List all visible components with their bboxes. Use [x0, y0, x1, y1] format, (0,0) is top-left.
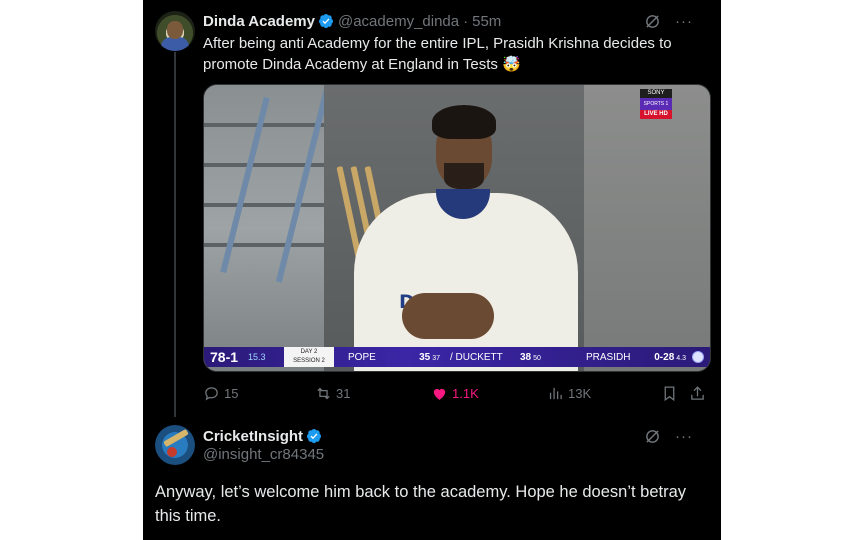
tweet-header: CricketInsight ··· [203, 427, 707, 445]
broadcaster-logo: SONY SPORTS 1 LIVE HD [640, 89, 672, 127]
like-icon [433, 388, 446, 400]
avatar[interactable] [155, 425, 195, 465]
ball-icon [692, 351, 704, 363]
grok-icon[interactable] [644, 13, 661, 30]
player-beard [444, 163, 484, 189]
bookmark-button[interactable] [661, 385, 689, 402]
share-icon [691, 385, 704, 400]
like-button[interactable]: 1.1K [431, 385, 547, 402]
player-hands [402, 293, 494, 339]
timestamp[interactable]: 55m [472, 13, 501, 30]
bowler-overs: 4.3 [676, 354, 686, 362]
player-hair [432, 105, 496, 139]
grok-icon[interactable] [644, 428, 661, 445]
batter1-balls: 37 [432, 354, 440, 362]
player-shirt [354, 193, 578, 371]
team-score: 78-1 [210, 349, 239, 365]
avatar[interactable] [155, 11, 195, 51]
batter2-runs: 38 [520, 351, 532, 363]
day-session: DAY 2 SESSION 2 [284, 347, 334, 367]
separator-dot: · [463, 12, 469, 30]
tweet-header: Dinda Academy @academy_dinda · 55m ··· [203, 11, 707, 31]
overs: 15.3 [248, 352, 266, 362]
stand-background [204, 85, 344, 371]
more-icon[interactable]: ··· [675, 13, 693, 30]
verified-badge-icon [318, 14, 333, 29]
bowler-figures: 0-28 4.3 [638, 352, 686, 363]
timeline-panel: Dinda Academy @academy_dinda · 55m ··· A… [143, 0, 721, 540]
more-icon[interactable]: ··· [675, 428, 693, 445]
repost-button[interactable]: 31 [315, 385, 431, 402]
views-icon [549, 387, 562, 399]
batter1-score: 35 37 [400, 352, 440, 363]
tweet-text: After being anti Academy for the entire … [203, 35, 672, 73]
batter2-score: 38 50 [520, 352, 566, 363]
batter2-name: / DUCKETT [450, 351, 503, 363]
verified-badge-icon [307, 429, 322, 444]
repost-icon [317, 387, 330, 399]
reply-count: 15 [224, 385, 239, 401]
author-handle[interactable]: @academy_dinda [338, 13, 459, 30]
bowler-name: PRASIDH [586, 351, 631, 363]
batter1-name: POPE [348, 351, 376, 363]
reply-icon [205, 386, 218, 401]
background-wall [584, 85, 710, 371]
header-actions: ··· [644, 428, 693, 445]
tweet-media-image[interactable]: DREA 1 SONY SPORTS 1 LIVE HD 78-1 15.3 D… [203, 84, 711, 372]
session-label: SESSION 2 [293, 358, 325, 364]
day-label: DAY 2 [300, 349, 318, 355]
repost-count: 31 [336, 385, 351, 401]
view-count: 13K [568, 385, 592, 401]
header-actions: ··· [644, 13, 693, 30]
views-button[interactable]: 13K [547, 385, 661, 402]
batter1-runs: 35 [419, 351, 431, 363]
author-name[interactable]: CricketInsight [203, 428, 303, 445]
batter2-balls: 50 [533, 354, 541, 362]
channel-name: SPORTS 1 [640, 98, 672, 110]
author-handle[interactable]: @insight_cr84345 [203, 446, 324, 463]
broadcaster-name: SONY [640, 89, 672, 98]
like-count: 1.1K [452, 385, 479, 401]
tweet-text: Anyway, let’s welcome him back to the ac… [155, 483, 687, 525]
tweet-actions: 15 31 1.1K 13K [203, 382, 709, 404]
thread-connector-line [174, 52, 176, 417]
share-button[interactable] [689, 385, 709, 402]
author-name[interactable]: Dinda Academy [203, 13, 315, 30]
bowler-wickets-runs: 0-28 [654, 351, 675, 363]
bookmark-icon [664, 385, 675, 401]
reply-button[interactable]: 15 [203, 385, 315, 402]
live-badge: LIVE HD [640, 110, 672, 119]
score-bar: 78-1 15.3 DAY 2 SESSION 2 POPE 35 37 / DU… [204, 347, 710, 367]
